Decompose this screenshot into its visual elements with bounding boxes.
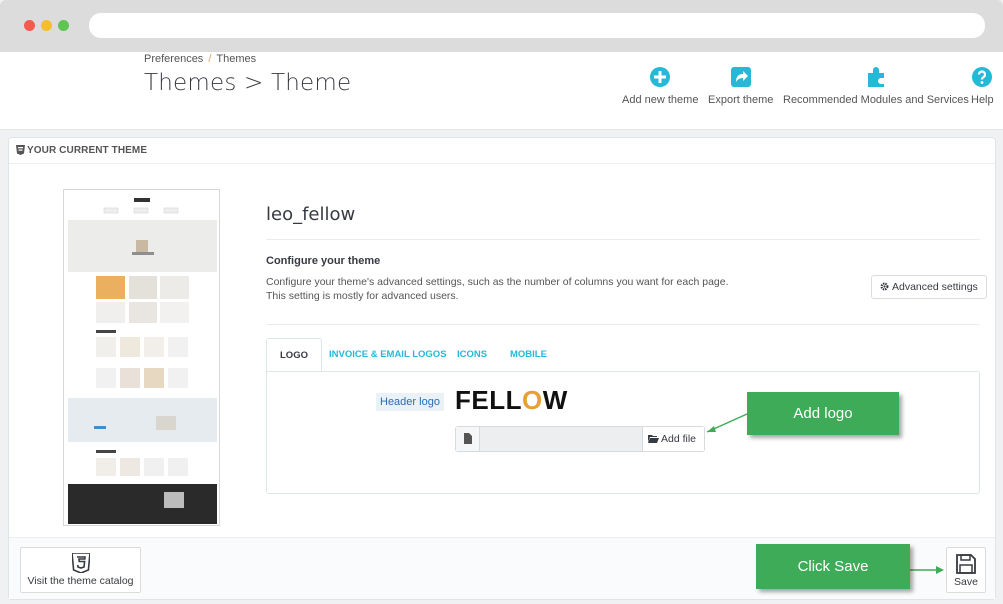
- breadcrumb-themes[interactable]: Themes: [216, 53, 256, 65]
- folder-open-icon: [648, 435, 659, 443]
- browser-chrome: [0, 0, 1003, 52]
- advanced-settings-button[interactable]: Advanced settings: [871, 275, 987, 299]
- logo-file-upload: Add file: [455, 426, 705, 452]
- export-theme-button[interactable]: Export theme: [708, 66, 773, 106]
- header-logo-image: FELLOW: [455, 387, 568, 413]
- theme-preview-drawing: [64, 190, 219, 525]
- logo-text-part: FELL: [455, 385, 522, 415]
- visit-theme-catalog-button[interactable]: Visit the theme catalog: [20, 547, 141, 593]
- configure-description: Configure your theme's advanced settings…: [266, 275, 806, 303]
- plus-circle-icon: [650, 67, 671, 87]
- logo-text-part: W: [542, 385, 568, 415]
- help-circle-icon: [972, 67, 993, 87]
- close-window-dot[interactable]: [24, 20, 35, 31]
- logo-text-o: O: [522, 385, 543, 415]
- file-icon: [464, 433, 472, 444]
- theme-name: leo_fellow: [266, 204, 356, 225]
- panel-heading-text: YOUR CURRENT THEME: [27, 145, 148, 156]
- export-theme-label: Export theme: [708, 94, 774, 106]
- maximize-window-dot[interactable]: [58, 20, 69, 31]
- tab-mobile[interactable]: MOBILE: [497, 338, 560, 372]
- page-title: Themes > Theme: [144, 70, 352, 96]
- recommended-modules-button[interactable]: Recommended Modules and Services: [783, 66, 969, 106]
- recommended-modules-label: Recommended Modules and Services: [783, 94, 969, 106]
- panel-heading: YOUR CURRENT THEME: [9, 138, 995, 164]
- page-header: Preferences / Themes Themes > Theme Add ne…: [0, 52, 1003, 130]
- breadcrumb-separator: /: [208, 53, 212, 65]
- file-name-input[interactable]: [480, 427, 642, 451]
- configure-title: Configure your theme: [266, 255, 381, 267]
- theme-preview-image: [63, 189, 220, 526]
- tab-icons[interactable]: ICONS: [444, 338, 500, 372]
- puzzle-icon: [867, 67, 884, 87]
- gear-icon: [880, 282, 889, 291]
- add-new-theme-label: Add new theme: [622, 94, 699, 106]
- save-icon: [956, 554, 976, 574]
- minimize-window-dot[interactable]: [41, 20, 52, 31]
- tab-invoice-email-logos[interactable]: INVOICE & EMAIL LOGOS: [316, 338, 460, 372]
- add-new-theme-button[interactable]: Add new theme: [622, 66, 698, 106]
- tab-logo[interactable]: LOGO: [266, 338, 322, 372]
- divider: [266, 324, 980, 325]
- help-label: Help: [971, 94, 994, 106]
- help-button[interactable]: Help: [971, 66, 994, 106]
- save-button[interactable]: Save: [946, 547, 986, 593]
- html5-icon: [71, 553, 90, 573]
- address-bar[interactable]: [89, 13, 985, 38]
- visit-theme-catalog-label: Visit the theme catalog: [27, 575, 134, 587]
- click-save-callout: Click Save: [756, 544, 910, 589]
- advanced-settings-label: Advanced settings: [892, 281, 978, 293]
- save-label: Save: [954, 576, 978, 588]
- html5-icon: [16, 145, 25, 155]
- header-logo-label: Header logo: [376, 393, 444, 411]
- breadcrumb: Preferences / Themes: [144, 53, 256, 65]
- divider: [266, 239, 980, 240]
- add-logo-callout: Add logo: [747, 392, 899, 435]
- logo-tabs: LOGO INVOICE & EMAIL LOGOS ICONS MOBILE: [266, 338, 980, 372]
- share-icon: [730, 67, 751, 87]
- click-save-arrow: [910, 566, 944, 574]
- file-icon-addon: [456, 427, 480, 451]
- configure-description-line1: Configure your theme's advanced settings…: [266, 276, 729, 288]
- configure-description-line2: This setting is mostly for advanced user…: [266, 290, 459, 302]
- current-theme-panel: YOUR CURRENT THEME leo_fellow Configure …: [8, 137, 996, 600]
- breadcrumb-preferences[interactable]: Preferences: [144, 53, 203, 65]
